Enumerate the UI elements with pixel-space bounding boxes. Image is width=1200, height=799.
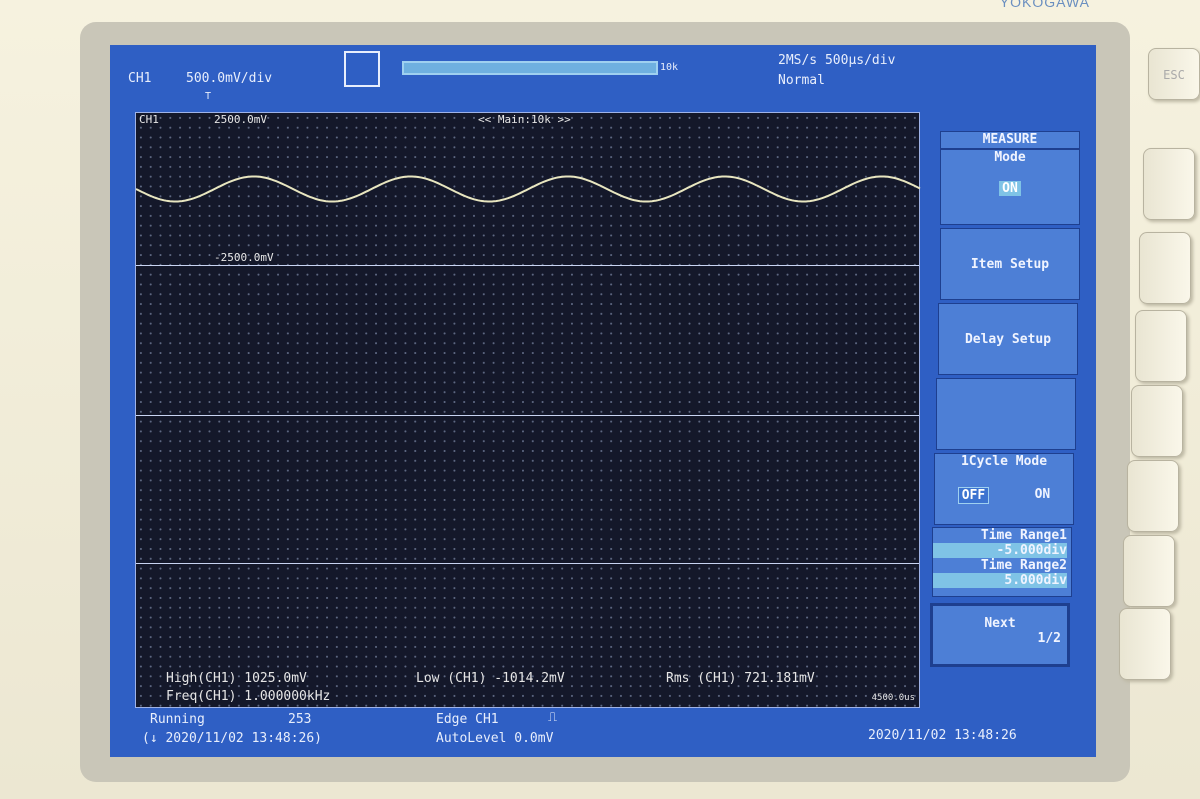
volts-per-div: 500.0mV/div — [186, 71, 273, 86]
softkey-1[interactable] — [1143, 148, 1195, 220]
item-setup-softkey[interactable]: Item Setup — [940, 228, 1080, 300]
softkey-3[interactable] — [1135, 310, 1187, 382]
cycle-off: OFF — [957, 487, 990, 504]
mode-label: Mode — [994, 150, 1026, 165]
next-softkey[interactable]: Next 1/2 — [930, 603, 1070, 667]
zone-divider — [136, 415, 919, 416]
trigger-level: AutoLevel 0.0mV — [436, 731, 554, 746]
range1-value[interactable]: -5.000div — [933, 543, 1067, 558]
zoom-window-icon — [344, 51, 380, 87]
rising-edge-icon: ⎍ — [548, 710, 558, 725]
brand-logo: YOKOGAWA — [999, 0, 1090, 10]
softkey-7[interactable] — [1119, 608, 1171, 680]
range2-label: Time Range2 — [980, 558, 1067, 573]
cycle-on: ON — [1034, 487, 1051, 502]
range2-value[interactable]: 5.000div — [933, 573, 1067, 588]
acquisition-count: 253 — [288, 712, 312, 727]
menu-page: 1/2 — [1037, 631, 1061, 646]
cycle-mode-softkey[interactable]: 1Cycle Mode OFF ON — [934, 453, 1074, 525]
softkey-6[interactable] — [1123, 535, 1175, 607]
cycle-label: 1Cycle Mode — [960, 454, 1048, 469]
softkey-4[interactable] — [1131, 385, 1183, 457]
time-end: 4500.0us — [871, 693, 915, 703]
zone-divider — [136, 265, 919, 266]
time-range-softkey[interactable]: Time Range1 -5.000div Time Range2 5.000d… — [932, 527, 1072, 597]
delay-setup-softkey[interactable]: Delay Setup — [938, 303, 1078, 375]
waveform-graticule: CH1 2500.0mV << Main:10k >> -2500.0mV Hi… — [135, 112, 921, 708]
mode-value: ON — [999, 181, 1021, 196]
softkey-2[interactable] — [1139, 232, 1191, 304]
blank-softkey[interactable] — [936, 378, 1076, 450]
range1-label: Time Range1 — [980, 528, 1067, 543]
zone-divider — [136, 563, 919, 564]
esc-key[interactable]: ESC — [1148, 48, 1200, 100]
menu-title: MEASURE — [940, 131, 1080, 149]
trigger-position-marker: T — [205, 91, 212, 102]
measure-low: Low (CH1) -1014.2mV — [416, 671, 565, 686]
softkey-5[interactable] — [1127, 460, 1179, 532]
next-label: Next — [984, 616, 1016, 631]
channel-label: CH1 — [128, 71, 152, 86]
trigger-source: Edge CH1 — [436, 712, 499, 727]
acquisition-timestamp: (↓ 2020/11/02 13:48:26) — [142, 731, 323, 746]
record-position-bar[interactable] — [402, 61, 658, 75]
mode-softkey[interactable]: Mode ON — [940, 149, 1080, 225]
measure-high: High(CH1) 1025.0mV — [166, 671, 307, 686]
sample-rate: 2MS/s 500µs/div — [778, 53, 896, 68]
run-state: Running — [150, 712, 205, 727]
waveform-trace — [136, 175, 921, 203]
record-length: 10k — [660, 62, 679, 73]
measure-rms: Rms (CH1) 721.181mV — [666, 671, 815, 686]
measure-freq: Freq(CH1) 1.000000kHz — [166, 689, 331, 704]
trigger-mode: Normal — [778, 73, 825, 88]
scope-screen: CH1 500.0mV/div 10k 2MS/s 500µs/div Norm… — [110, 45, 1096, 757]
clock: 2020/11/02 13:48:26 — [868, 728, 1017, 743]
